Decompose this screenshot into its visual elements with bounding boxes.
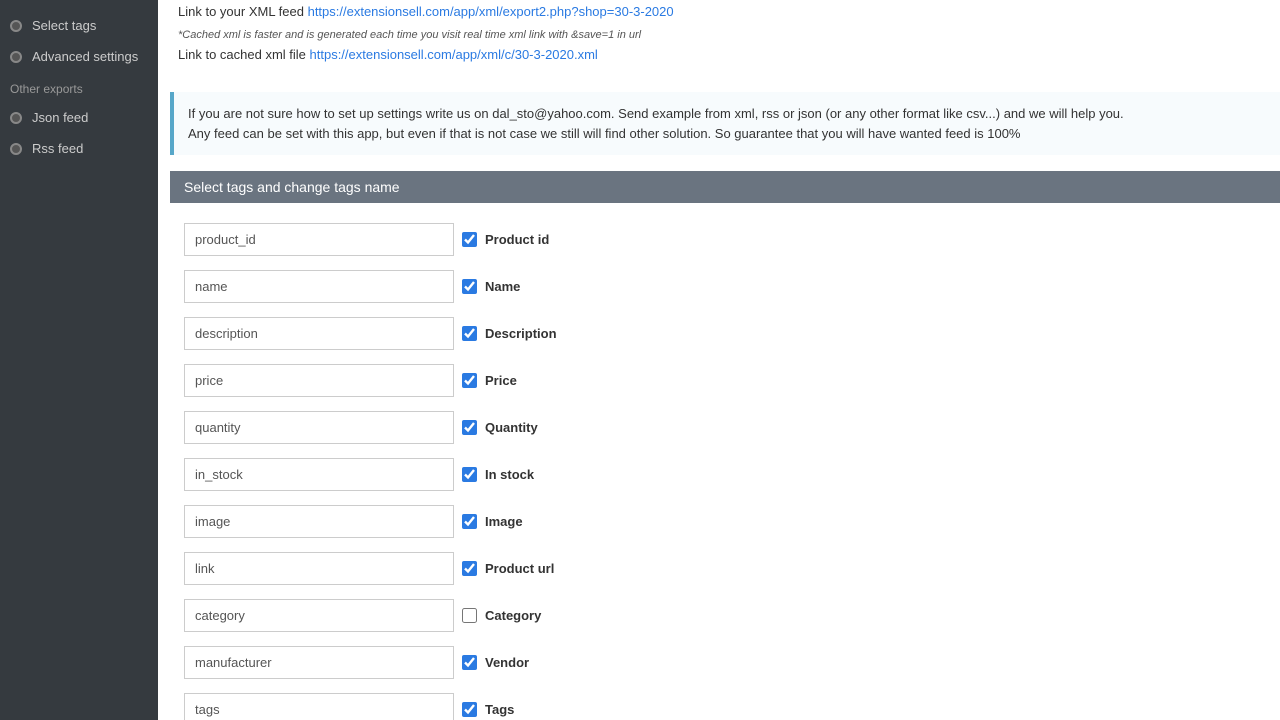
tag-row: Name [184, 270, 1266, 303]
tag-enable-checkbox[interactable] [462, 514, 477, 529]
tag-enable-checkbox[interactable] [462, 279, 477, 294]
tag-label: Name [485, 279, 520, 294]
tag-row: Tags [184, 693, 1266, 720]
radio-icon [10, 112, 22, 124]
tag-enable-checkbox[interactable] [462, 420, 477, 435]
sidebar-section-label: Other exports [0, 72, 158, 102]
tag-enable-checkbox[interactable] [462, 467, 477, 482]
tag-row: Vendor [184, 646, 1266, 679]
tag-enable-checkbox[interactable] [462, 608, 477, 623]
tag-enable-checkbox[interactable] [462, 232, 477, 247]
tag-row: Description [184, 317, 1266, 350]
sidebar-item-advanced-settings[interactable]: Advanced settings [0, 41, 158, 72]
tag-name-input[interactable] [184, 693, 454, 720]
tag-label: Tags [485, 702, 514, 717]
info-box: If you are not sure how to set up settin… [170, 92, 1280, 155]
tag-enable-checkbox[interactable] [462, 655, 477, 670]
tag-label: Description [485, 326, 557, 341]
tag-row: In stock [184, 458, 1266, 491]
tag-label: Price [485, 373, 517, 388]
tag-enable-checkbox[interactable] [462, 561, 477, 576]
tag-label: Quantity [485, 420, 538, 435]
tag-label: Product url [485, 561, 554, 576]
tag-label: In stock [485, 467, 534, 482]
tag-label: Product id [485, 232, 549, 247]
sidebar-item-label: Json feed [32, 110, 88, 125]
panel-header: Select tags and change tags name [170, 171, 1280, 203]
tag-name-input[interactable] [184, 270, 454, 303]
tag-row: Price [184, 364, 1266, 397]
tag-enable-checkbox[interactable] [462, 702, 477, 717]
xml-feed-line: Link to your XML feed https://extensions… [178, 4, 1272, 19]
tag-name-input[interactable] [184, 411, 454, 444]
tag-name-input[interactable] [184, 505, 454, 538]
tag-label: Vendor [485, 655, 529, 670]
radio-icon [10, 20, 22, 32]
tag-name-input[interactable] [184, 552, 454, 585]
main-content: Link to your XML feed https://extensions… [158, 0, 1280, 720]
sidebar-item-rss-feed[interactable]: Rss feed [0, 133, 158, 164]
tag-enable-checkbox[interactable] [462, 326, 477, 341]
tag-enable-checkbox[interactable] [462, 373, 477, 388]
sidebar-item-label: Rss feed [32, 141, 83, 156]
info-line-1: If you are not sure how to set up settin… [188, 104, 1266, 124]
cached-feed-line: Link to cached xml file https://extensio… [178, 47, 1272, 62]
sidebar-item-label: Advanced settings [32, 49, 138, 64]
sidebar-item-label: Select tags [32, 18, 96, 33]
tag-name-input[interactable] [184, 458, 454, 491]
tag-name-input[interactable] [184, 317, 454, 350]
tag-name-input[interactable] [184, 646, 454, 679]
radio-icon [10, 51, 22, 63]
sidebar: Select tags Advanced settings Other expo… [0, 0, 158, 720]
tag-row: Image [184, 505, 1266, 538]
cached-feed-link[interactable]: https://extensionsell.com/app/xml/c/30-3… [310, 47, 598, 62]
xml-feed-link[interactable]: https://extensionsell.com/app/xml/export… [308, 4, 674, 19]
tag-name-input[interactable] [184, 223, 454, 256]
tag-label: Category [485, 608, 541, 623]
info-line-2: Any feed can be set with this app, but e… [188, 124, 1266, 144]
xml-feed-label: Link to your XML feed [178, 4, 308, 19]
tag-name-input[interactable] [184, 364, 454, 397]
tag-row: Product id [184, 223, 1266, 256]
tag-row: Category [184, 599, 1266, 632]
tag-row: Product url [184, 552, 1266, 585]
tag-label: Image [485, 514, 523, 529]
radio-icon [10, 143, 22, 155]
tag-row: Quantity [184, 411, 1266, 444]
cached-note: *Cached xml is faster and is generated e… [178, 29, 1272, 41]
tag-name-input[interactable] [184, 599, 454, 632]
sidebar-item-select-tags[interactable]: Select tags [0, 10, 158, 41]
feed-links-block: Link to your XML feed https://extensions… [170, 0, 1280, 86]
sidebar-item-json-feed[interactable]: Json feed [0, 102, 158, 133]
cached-feed-label: Link to cached xml file [178, 47, 310, 62]
panel-body: Product id Name Description Price Quantity In… [170, 203, 1280, 720]
